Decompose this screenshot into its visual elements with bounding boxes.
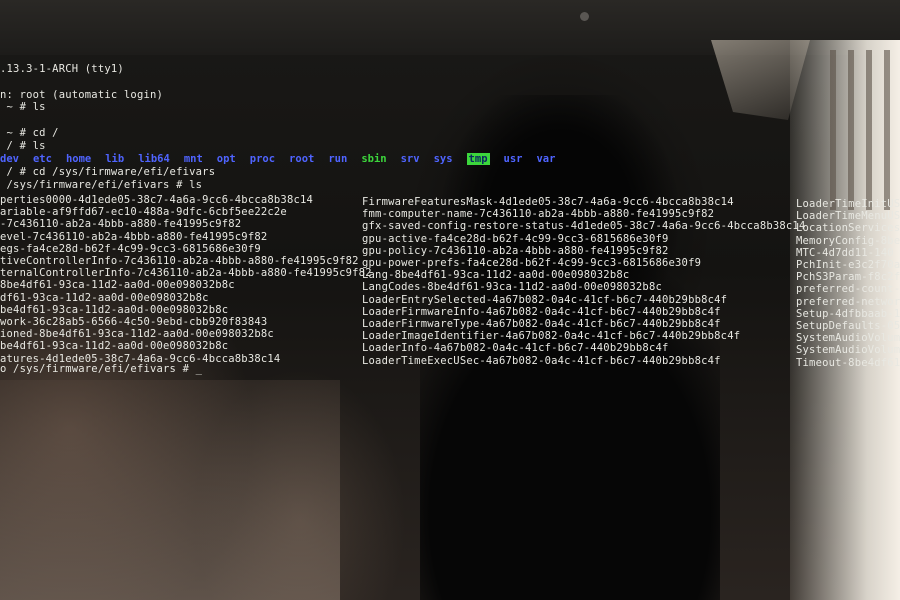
dir-entry-var: var [536, 153, 556, 165]
efivar-entry: gpu-power-prefs-fa4ce28d-b62f-4c99-9cc3-… [362, 257, 702, 269]
efivar-entry: LoaderInfo-4a67b082-0a4c-41cf-b6c7-440b2… [362, 342, 669, 355]
efivar-entry: MTC-4d7dd11-140 [796, 246, 894, 259]
efivar-entry: ternalControllerInfo-7c436110-ab2a-4bbb-… [0, 267, 372, 280]
login-line: n: root (automatic login) [0, 89, 164, 101]
efivar-entry: Setup-4dfbbaab-13 [796, 307, 900, 320]
root-directory-listing: dev etc home lib lib64 mnt opt proc root run sbin s… [0, 153, 569, 165]
efivar-entry: 8be4df61-93ca-11d2-aa0d-00e098032b8c [0, 279, 235, 292]
efivar-entry: work-36c28ab5-6566-4c50-9ebd-cbb920f8384… [0, 316, 268, 328]
efivar-entry: evel-7c436110-ab2a-4bbb-a880-fe41995c9f8… [0, 230, 268, 243]
efivar-entry: ioned-8be4df61-93ca-11d2-aa0d-00e098032b… [0, 328, 274, 341]
efivar-entry: be4df61-93ca-11d2-aa0d-00e098032b8c [0, 303, 229, 316]
efivar-entry: gpu-active-fa4ce28d-b62f-4c99-9cc3-68156… [362, 232, 669, 245]
boot-banner: .13.3-1-ARCH (tty1) [0, 63, 124, 75]
efivar-entry: preferred-count- [796, 283, 900, 296]
efivar-entry: LoaderTimeExecUSec-4a67b082-0a4c-41cf-b6… [362, 354, 721, 367]
dir-entry-sbin: sbin [361, 153, 387, 165]
efivar-entry: gpu-policy-7c436110-ab2a-4bbb-a880-fe419… [362, 244, 669, 257]
dir-entry-usr: usr [503, 153, 523, 165]
efivar-entry: LoaderFirmwareType-4a67b082-0a4c-41cf-b6… [362, 318, 721, 330]
efivar-entry: LoaderEntrySelected-4a67b082-0a4c-41cf-b… [362, 293, 728, 306]
efivar-entry: preferred-network [796, 295, 900, 308]
efivar-entry: PchInit-e3c2f70a [796, 259, 900, 271]
dir-entry-lib: lib [105, 153, 125, 165]
dir-entry-dev: dev [0, 153, 19, 165]
efivar-entry: egs-fa4ce28d-b62f-4c99-9cc3-6815686e30f9 [0, 242, 261, 255]
efivar-entry: LoaderTimeInitUS [796, 198, 900, 210]
efivar-entry: tiveControllerInfo-7c436110-ab2a-4bbb-a8… [0, 255, 359, 267]
efivar-entry: LocationServices [796, 222, 900, 235]
dir-entry-root: root [289, 153, 315, 165]
dir-entry-proc: proc [249, 153, 276, 165]
efivar-entry: be4df61-93ca-11d2-aa0d-00e098032b8c [0, 340, 229, 353]
efivar-entry: LoaderImageIdentifier-4a67b082-0a4c-41cf… [362, 330, 741, 343]
prompt-text: o /sys/firmware/efi/efivars # [0, 363, 196, 375]
efivar-entry: FirmwareFeaturesMask-4d1ede05-38c7-4a6a-… [362, 196, 734, 208]
efivar-entry: SystemAudioVolume [796, 344, 900, 357]
dir-entry-home: home [65, 153, 92, 165]
dir-entry-lib64: lib64 [138, 153, 170, 165]
dir-entry-sys: sys [433, 153, 453, 165]
efivar-entry: ariable-af9ffd67-ec10-488a-9dfc-6cbf5ee2… [0, 206, 287, 219]
command-line: ~ # ls [0, 101, 46, 113]
efivar-entry: gfx-saved-config-restore-status-4d1ede05… [362, 220, 806, 233]
tty-terminal[interactable]: .13.3-1-ARCH (tty1) n: root (automatic l… [0, 0, 900, 600]
dir-entry-srv: srv [400, 153, 420, 165]
efivar-entry: Lang-8be4df61-93ca-11d2-aa0d-00e098032b8… [362, 269, 630, 282]
dir-entry-tmp: tmp [466, 153, 490, 165]
shell-prompt[interactable]: o /sys/firmware/efi/efivars # _ [0, 363, 202, 375]
efivar-entry: df61-93ca-11d2-aa0d-00e098032b8c [0, 291, 209, 304]
efivar-entry: PchS3Param-f8c2f7 [796, 271, 900, 284]
dir-entry-etc: etc [32, 153, 52, 165]
command-line: / # cd /sys/firmware/efi/efivars [0, 166, 216, 178]
efivar-entry: LangCodes-8be4df61-93ca-11d2-aa0d-00e098… [362, 281, 662, 294]
efivar-entry: SystemAudioVolume [796, 332, 900, 345]
dir-entry-opt: opt [216, 153, 236, 165]
efivar-entry: MemoryConfig-8be [796, 234, 900, 247]
efivar-entry: Timeout-8be4df61- [796, 356, 900, 369]
efivar-entry: -7c436110-ab2a-4bbb-a880-fe41995c9f82 [0, 218, 242, 231]
command-line: ~ # cd / [0, 127, 59, 139]
command-line: /sys/firmware/efi/efivars # ls [0, 179, 203, 191]
text-cursor: _ [195, 363, 203, 375]
efivar-entry: perties0000-4d1ede05-38c7-4a6a-9cc6-4bcc… [0, 194, 314, 206]
dir-entry-run: run [328, 153, 348, 165]
command-line: / # ls [0, 140, 46, 152]
efivar-entry: LoaderTimeMenuUS [796, 210, 900, 223]
efivar-entry: fmm-computer-name-7c436110-ab2a-4bbb-a88… [362, 208, 715, 221]
dir-entry-mnt: mnt [183, 153, 203, 165]
efivar-entry: SetupDefaults-052 [796, 320, 900, 332]
efivar-entry: LoaderFirmwareInfo-4a67b082-0a4c-41cf-b6… [362, 305, 721, 318]
